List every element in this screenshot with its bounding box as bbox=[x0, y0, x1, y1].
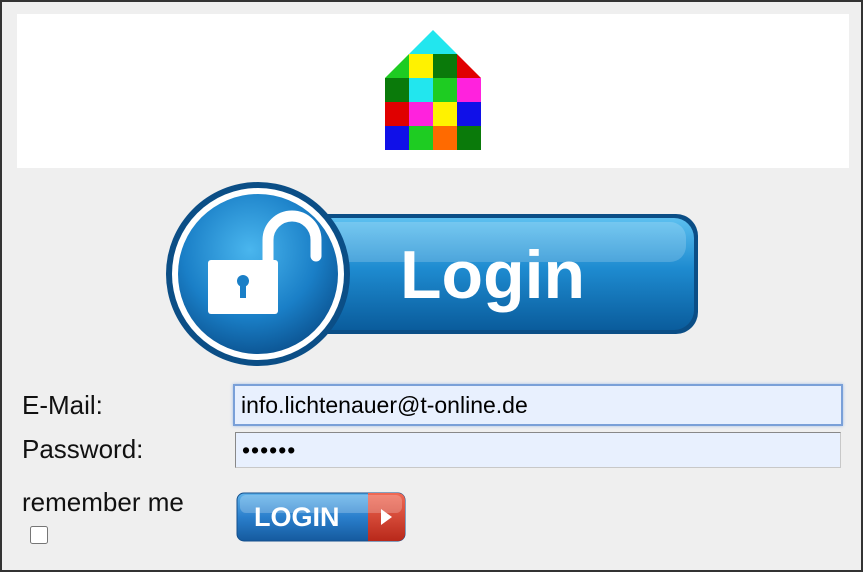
house-cell bbox=[457, 102, 481, 126]
house-cell bbox=[409, 54, 433, 78]
login-button-label: LOGIN bbox=[254, 502, 340, 532]
email-label: E-Mail: bbox=[22, 390, 103, 420]
house-cell bbox=[457, 78, 481, 102]
logo-panel bbox=[17, 14, 849, 168]
house-cell bbox=[385, 78, 409, 102]
house-cell bbox=[433, 126, 457, 150]
password-field[interactable] bbox=[235, 432, 841, 468]
house-cell bbox=[385, 126, 409, 150]
house-cell bbox=[433, 54, 457, 78]
house-cell bbox=[433, 78, 457, 102]
remember-me-label: remember me bbox=[22, 487, 184, 517]
login-banner: Login bbox=[166, 182, 698, 366]
remember-me-checkbox[interactable] bbox=[30, 526, 48, 544]
house-gable-right bbox=[457, 54, 481, 78]
banner-label: Login bbox=[400, 237, 585, 313]
colorful-house-icon bbox=[385, 30, 481, 150]
house-cell bbox=[409, 102, 433, 126]
house-gable-left bbox=[385, 54, 409, 78]
house-cell bbox=[409, 126, 433, 150]
login-window: Login E-Mail: Password: remember me LOGI… bbox=[0, 0, 863, 572]
house-cell bbox=[409, 78, 433, 102]
house-cell bbox=[433, 102, 457, 126]
house-roof bbox=[409, 30, 457, 54]
email-field[interactable] bbox=[233, 384, 843, 426]
house-cell bbox=[457, 126, 481, 150]
password-label: Password: bbox=[22, 434, 144, 464]
login-button[interactable]: LOGIN bbox=[236, 492, 406, 542]
house-cell bbox=[385, 102, 409, 126]
